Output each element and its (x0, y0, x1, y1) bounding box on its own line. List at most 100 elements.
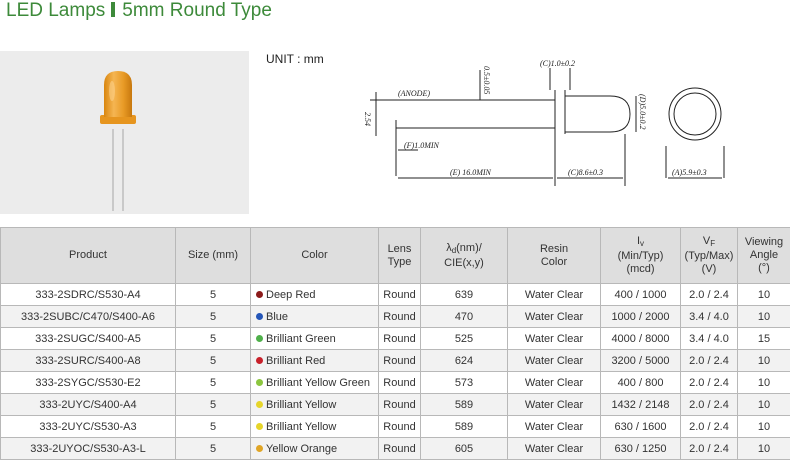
cell-color: Brilliant Yellow Green (250, 371, 379, 394)
header-color: Color (250, 227, 379, 284)
cell-size: 5 (175, 437, 251, 460)
cell-vf: 2.0 / 2.4 (680, 349, 738, 372)
cell-size: 5 (175, 415, 251, 438)
cell-vf: 3.4 / 4.0 (680, 305, 738, 328)
cell-lens: Round (378, 415, 421, 438)
header-intensity: Iv (Min/Typ) (mcd) (600, 227, 681, 284)
color-dot-icon (256, 312, 263, 320)
cell-lens: Round (378, 437, 421, 460)
cell-wl: 589 (420, 393, 508, 416)
table-row: 333-2SYGC/S530-E2 5 Brilliant Yellow Green… (0, 371, 790, 394)
cell-product: 333-2SUBC/C470/S400-A6 (0, 305, 176, 328)
table-row: 333-2UYOC/S530-A3-L 5 Yellow Orange Round 60… (0, 437, 790, 460)
cell-vf: 2.0 / 2.4 (680, 437, 738, 460)
cell-product: 333-2UYOC/S530-A3-L (0, 437, 176, 460)
header-viewing-angle: Viewing Angle (°) (737, 227, 790, 284)
cell-angle: 10 (737, 437, 790, 460)
cell-size: 5 (175, 327, 251, 350)
header-resin-color: Resin Color (507, 227, 601, 284)
led-lamp-image (100, 71, 136, 211)
cell-product: 333-2SDRC/S530-A4 (0, 283, 176, 306)
cell-angle: 10 (737, 283, 790, 306)
color-dot-icon (256, 356, 263, 364)
title-separator (111, 2, 116, 17)
cell-lens: Round (378, 283, 421, 306)
cell-size: 5 (175, 371, 251, 394)
cell-vf: 2.0 / 2.4 (680, 415, 738, 438)
cell-iv: 4000 / 8000 (600, 327, 681, 350)
color-dot-icon (256, 444, 263, 452)
unit-label: UNIT : mm (266, 52, 324, 66)
cell-wl: 573 (420, 371, 508, 394)
cell-resin: Water Clear (507, 437, 601, 460)
cell-color: Deep Red (250, 283, 379, 306)
lead-length-label: (E) 16.0MIN (450, 168, 492, 177)
cell-size: 5 (175, 305, 251, 328)
color-dot-icon (256, 378, 263, 386)
table-row: 333-2SDRC/S530-A4 5 Deep Red Round 639 Water … (0, 283, 790, 306)
lead-pitch-label: 2.54 (363, 112, 372, 126)
cell-resin: Water Clear (507, 283, 601, 306)
cell-vf: 3.4 / 4.0 (680, 327, 738, 350)
cell-iv: 3200 / 5000 (600, 349, 681, 372)
cell-product: 333-2SYGC/S530-E2 (0, 371, 176, 394)
body-diameter-label: (D)5.0±0.2 (638, 94, 647, 130)
cell-angle: 10 (737, 393, 790, 416)
cell-color: Brilliant Red (250, 349, 379, 372)
cell-vf: 2.0 / 2.4 (680, 393, 738, 416)
header-size: Size (mm) (175, 227, 251, 284)
flange-diameter-label: (A)5.9±0.3 (672, 168, 707, 177)
spec-table: Product Size (mm) Color Lens Type λd(nm)/… (0, 227, 790, 460)
cell-product: 333-2UYC/S530-A3 (0, 415, 176, 438)
cell-iv: 1000 / 2000 (600, 305, 681, 328)
cell-lens: Round (378, 305, 421, 328)
color-dot-icon (256, 422, 263, 430)
cell-iv: 1432 / 2148 (600, 393, 681, 416)
cell-angle: 10 (737, 415, 790, 438)
cell-angle: 10 (737, 305, 790, 328)
table-row: 333-2SUBC/C470/S400-A6 5 Blue Round 470 Water… (0, 305, 790, 328)
table-row: 333-2UYC/S400-A4 5 Brilliant Yellow Round 58… (0, 393, 790, 416)
cell-lens: Round (378, 393, 421, 416)
title-sub: 5mm Round Type (122, 0, 272, 21)
cell-vf: 2.0 / 2.4 (680, 371, 738, 394)
cell-resin: Water Clear (507, 415, 601, 438)
led-photo (0, 51, 249, 214)
cell-wl: 605 (420, 437, 508, 460)
flat-label: (F)1.0MIN (404, 141, 440, 150)
cell-resin: Water Clear (507, 305, 601, 328)
cell-color: Brilliant Green (250, 327, 379, 350)
cell-lens: Round (378, 327, 421, 350)
cell-iv: 400 / 800 (600, 371, 681, 394)
cell-iv: 630 / 1250 (600, 437, 681, 460)
cell-size: 5 (175, 393, 251, 416)
table-row: 333-2SURC/S400-A8 5 Brilliant Red Round 624 W… (0, 349, 790, 372)
cell-color: Brilliant Yellow (250, 393, 379, 416)
color-dot-icon (256, 400, 263, 408)
dimension-drawing: (ANODE) 2.54 0.5±0.05 (C)1.0±0.2 (F)1.0M… (363, 59, 725, 186)
cell-size: 5 (175, 283, 251, 306)
cell-iv: 630 / 1600 (600, 415, 681, 438)
table-header-row: Product Size (mm) Color Lens Type λd(nm)/… (0, 227, 790, 284)
cell-wl: 470 (420, 305, 508, 328)
header-forward-voltage: VF (Typ/Max) (V) (680, 227, 738, 284)
cell-vf: 2.0 / 2.4 (680, 283, 738, 306)
cell-angle: 15 (737, 327, 790, 350)
header-wavelength: λd(nm)/CIE(x,y) (420, 227, 508, 284)
cell-lens: Round (378, 349, 421, 372)
table-row: 333-2UYC/S530-A3 5 Brilliant Yellow Round 58… (0, 415, 790, 438)
cell-product: 333-2UYC/S400-A4 (0, 393, 176, 416)
cell-angle: 10 (737, 349, 790, 372)
cell-product: 333-2SUGC/S400-A5 (0, 327, 176, 350)
flange-label: (C)1.0±0.2 (540, 59, 575, 68)
cell-wl: 525 (420, 327, 508, 350)
body-length-label: (C)8.6±0.3 (568, 168, 603, 177)
table-row: 333-2SUGC/S400-A5 5 Brilliant Green Round 52… (0, 327, 790, 350)
header-product: Product (0, 227, 176, 284)
cell-resin: Water Clear (507, 349, 601, 372)
page-title: LED Lamps 5mm Round Type (6, 0, 272, 22)
header-lens-type: Lens Type (378, 227, 421, 284)
cell-resin: Water Clear (507, 327, 601, 350)
color-dot-icon (256, 334, 263, 342)
cell-color: Brilliant Yellow (250, 415, 379, 438)
